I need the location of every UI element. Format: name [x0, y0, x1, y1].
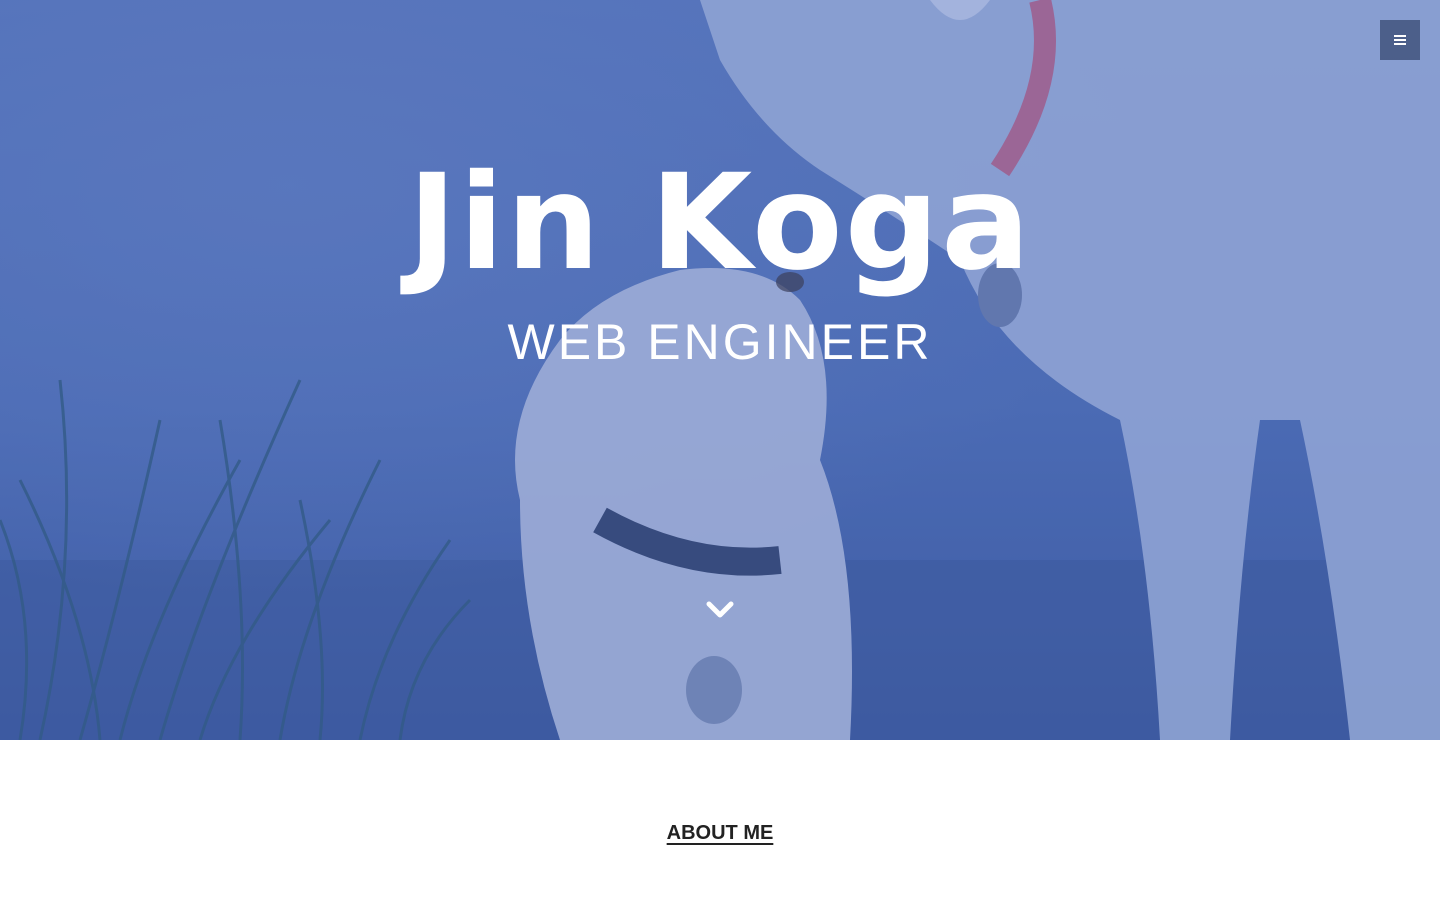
- menu-button[interactable]: [1380, 20, 1420, 60]
- hero-section: Jin Koga WEB ENGINEER: [0, 0, 1440, 740]
- about-me-link[interactable]: ABOUT ME: [667, 822, 774, 844]
- hamburger-menu-icon: [1394, 34, 1406, 46]
- hero-role: WEB ENGINEER: [507, 314, 933, 370]
- hero-name: Jin Koga: [407, 146, 1033, 300]
- chevron-down-icon[interactable]: [706, 598, 734, 622]
- about-section-heading: ABOUT ME: [0, 822, 1440, 845]
